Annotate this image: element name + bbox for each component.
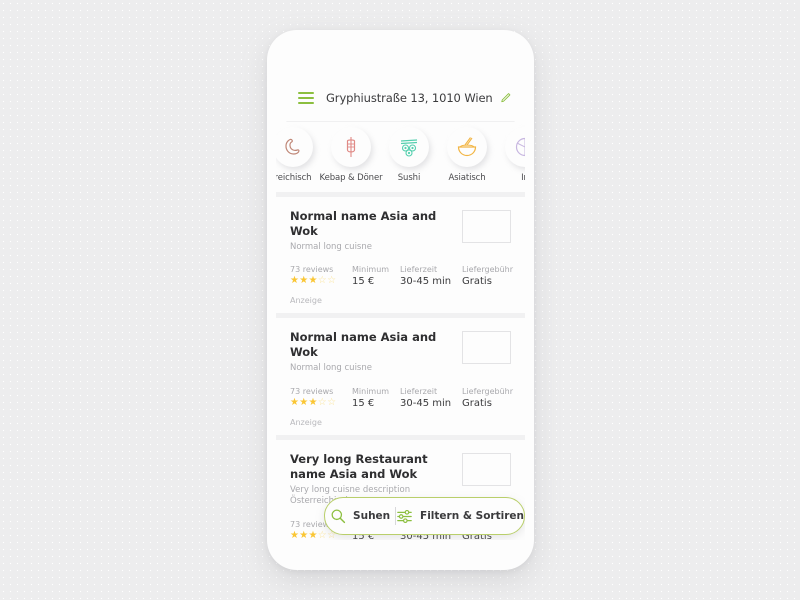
reviews-label: 73 reviews [290,265,334,275]
magnifier-icon [331,509,346,524]
minimum-value: 15 € [352,276,375,288]
hamburger-bar [298,91,314,94]
category-icon-circle [389,127,429,167]
restaurant-thumbnail [462,452,511,486]
ad-label: Anzeige [290,417,322,427]
phone-mockup: Gryphiustraße 13, 1010 Wien reichisch Ke… [267,30,534,570]
delivery-time-label: Lieferzeit [400,386,438,396]
category-label: Asiatisch [448,173,486,183]
stat-delivery-time: Lieferzeit 30-45 min [400,265,462,287]
category-item-sushi[interactable]: Sushi [380,127,438,183]
restaurant-name: Normal name Asia and Wok [290,330,437,360]
filter-sort-button[interactable]: Filtern & Sortiren [396,498,524,534]
rating-stars: ★★★☆☆ [290,396,337,408]
delivery-fee-value: Gratis [462,397,492,409]
stat-reviews: 73 reviews ★★★☆☆ [290,387,352,409]
restaurant-stats: 73 reviews ★★★☆☆ Minimum 15 € Lieferzeit… [290,387,513,409]
restaurant-cuisine: Normal long cuisne [290,241,372,252]
address-label: Gryphiustraße 13, 1010 Wien [326,91,493,105]
category-label: Sushi [397,173,421,183]
delivery-time-value: 30-45 min [400,276,452,288]
stat-delivery-fee: Liefergebühr Gratis [462,387,522,409]
minimum-label: Minimum [352,386,390,396]
restaurant-thumbnail [462,210,511,243]
sliders-icon [397,509,412,523]
category-label: Kebap & Döner [319,173,383,183]
category-label: reichisch [276,173,312,183]
category-label: In [521,173,525,183]
restaurant-list: Normal name Asia and Wok Normal long cui… [276,197,525,540]
restaurant-card-header: Normal name Asia and Wok Normal long cui… [290,209,511,253]
sausage-icon [285,138,300,155]
minimum-value: 15 € [352,397,375,409]
phone-screen: Gryphiustraße 13, 1010 Wien reichisch Ke… [276,74,525,540]
stat-minimum: Minimum 15 € [352,265,400,287]
category-icon-circle [331,127,371,167]
restaurant-name: Normal name Asia and Wok [290,209,437,238]
indian-food-icon [515,137,525,157]
restaurant-info: Normal name Asia and Wok Normal long cui… [290,330,440,374]
category-strip[interactable]: reichisch Kebap & Döner Sushi Asiatisch … [276,122,525,192]
search-button[interactable]: Suhen [325,498,395,534]
restaurant-name: Very long Restaurant name Asia and Wok [290,451,428,481]
restaurant-cuisine: Normal long cuisne [290,363,372,374]
stat-delivery-time: Lieferzeit 30-45 min [400,387,462,409]
noodle-bowl-icon [457,137,477,157]
restaurant-card-header: Normal name Asia and Wok Normal long cui… [290,330,511,374]
restaurant-card[interactable]: Normal name Asia and Wok Normal long cui… [276,197,525,314]
category-item-asiatisch[interactable]: Asiatisch [438,127,496,183]
search-button-label: Suhen [353,510,391,522]
restaurant-info: Normal name Asia and Wok Normal long cui… [290,209,440,253]
delivery-fee-label: Liefergebühr [462,265,513,275]
minimum-label: Minimum [352,265,390,275]
stat-delivery-fee: Liefergebühr Gratis [462,265,522,287]
reviews-label: 73 reviews [290,386,334,396]
hamburger-menu-icon[interactable] [298,91,314,105]
app-header: Gryphiustraße 13, 1010 Wien [276,74,525,124]
delivery-time-label: Lieferzeit [400,265,438,275]
rating-stars: ★★★☆☆ [290,275,337,287]
stat-minimum: Minimum 15 € [352,387,400,409]
restaurant-thumbnail [462,331,511,365]
category-item-kebap-doener[interactable]: Kebap & Döner [319,127,383,183]
sushi-icon [400,139,418,157]
category-item-oesterreichisch[interactable]: reichisch [276,127,322,183]
kebab-spit-icon [346,137,356,157]
restaurant-stats: 73 reviews ★★★☆☆ Minimum 15 € Lieferzeit… [290,265,513,287]
hamburger-bar [298,102,314,105]
category-icon-circle [447,127,487,167]
filter-sort-button-label: Filtern & Sortiren [420,510,524,522]
floating-action-bar: Suhen Filtern & Sortiren [324,497,525,535]
delivery-time-value: 30-45 min [400,397,452,409]
category-icon-circle [505,127,525,167]
category-item-indisch[interactable]: In [496,127,525,183]
category-icon-circle [276,127,313,167]
hamburger-bar [298,96,314,100]
pencil-icon[interactable] [500,92,511,104]
delivery-fee-value: Gratis [462,276,492,288]
delivery-fee-label: Liefergebühr [462,386,513,396]
ad-label: Anzeige [290,296,322,306]
stat-reviews: 73 reviews ★★★☆☆ [290,265,352,287]
restaurant-card[interactable]: Normal name Asia and Wok Normal long cui… [276,318,525,435]
